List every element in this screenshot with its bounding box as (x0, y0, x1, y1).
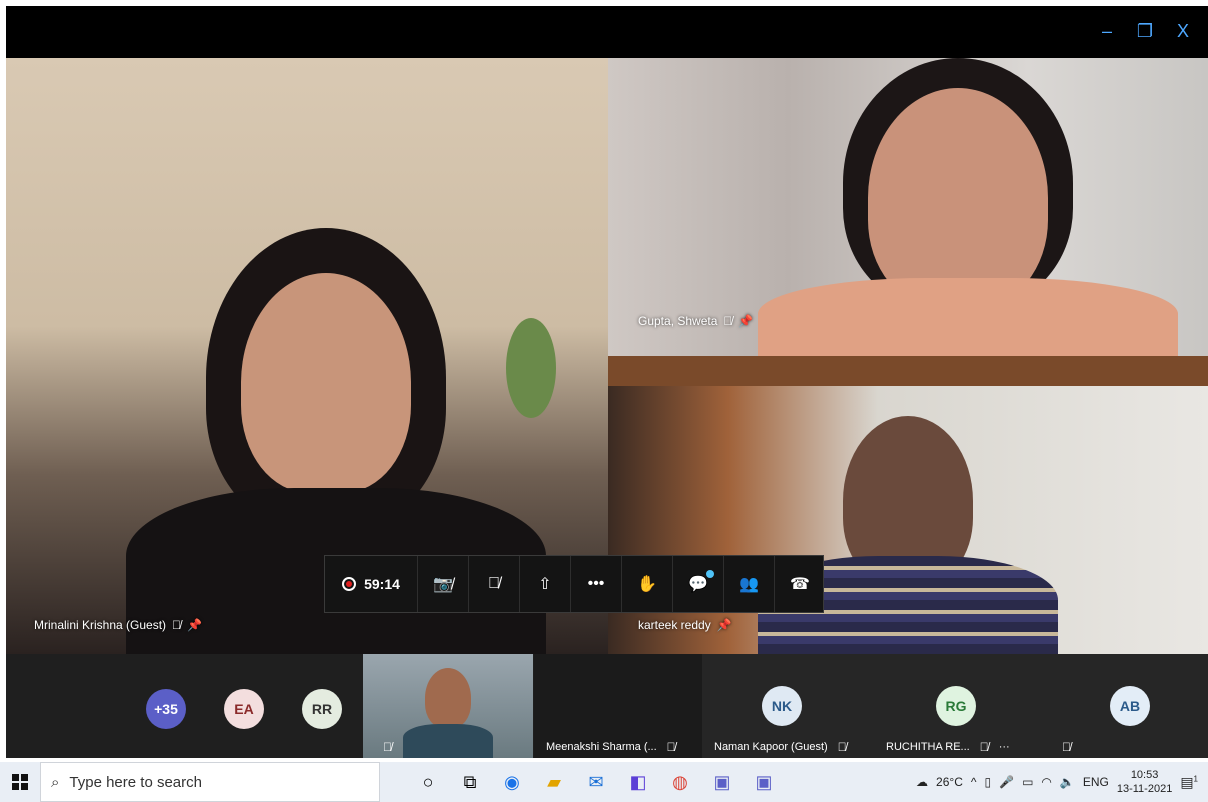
participant-name-label: karteek reddy 📌 (638, 618, 732, 632)
taskbar-search-box[interactable]: ⌕ Type here to search (40, 762, 380, 802)
participant-tile[interactable]: Meenakshi Sharma (... 🎙̸ (534, 654, 702, 758)
edge-icon[interactable]: ◉ (494, 764, 530, 800)
mic-off-icon: 🎙̸ (837, 740, 847, 754)
participants-button[interactable]: 👥 (723, 556, 774, 612)
meeting-control-bar: 59:14 📷̸ 🎙̸ ⇧ ••• ✋ 💬 👥 ☎ (324, 555, 824, 613)
meet-now-icon[interactable]: ▯ (985, 775, 992, 789)
mic-off-icon: 🎙̸ (723, 314, 733, 328)
mic-off-icon: 🎙̸ (666, 740, 676, 754)
microphone-icon[interactable]: 🎤 (999, 775, 1014, 789)
camera-off-icon: 📷̸ (433, 576, 453, 593)
share-screen-button[interactable]: ⇧ (519, 556, 570, 612)
people-icon: 👥 (739, 576, 759, 593)
clock[interactable]: 10:53 13-11-2021 (1117, 768, 1172, 796)
system-tray: ☁ 26°C ^ ▯ 🎤 ▭ ◠ 🔈 ENG 10:53 13-11-2021 … (916, 768, 1198, 796)
participant-video-face (425, 668, 471, 728)
more-options-button[interactable]: ··· (999, 741, 1010, 753)
participant-name-label: Naman Kapoor (Guest) 🎙̸ (714, 740, 847, 754)
participant-avatar-ea[interactable]: EA (224, 689, 264, 729)
more-icon: ••• (587, 575, 605, 592)
teams-icon[interactable]: ▣ (704, 764, 740, 800)
windows-taskbar: ⌕ Type here to search ○ ⧉ ◉ ▰ ✉ ◧ ◍ ▣ ▣ … (0, 762, 1208, 802)
leave-call-button[interactable]: ☎ (774, 556, 825, 612)
mail-icon[interactable]: ✉ (578, 764, 614, 800)
mic-off-icon: 🎙̸ (1062, 740, 1071, 754)
close-button[interactable]: X (1170, 18, 1196, 44)
raise-hand-button[interactable]: ✋ (621, 556, 672, 612)
teams-meeting-window: – ❐ X Mrinalini Krishna (Guest) 🎙̸ 📌 Gup… (6, 6, 1208, 758)
video-tile-top-right[interactable]: Gupta, Shweta 🎙̸ 📌 (608, 58, 1208, 356)
wifi-icon[interactable]: ◠ (1041, 775, 1051, 789)
participant-name-label: Mrinalini Krishna (Guest) 🎙̸ 📌 (34, 618, 202, 632)
mic-off-icon: 🎙̸ (979, 740, 989, 754)
camera-toggle-button[interactable]: 📷̸ (417, 556, 468, 612)
restore-button[interactable]: ❐ (1132, 18, 1158, 44)
chevron-up-icon[interactable]: ^ (971, 775, 977, 789)
more-actions-button[interactable]: ••• (570, 556, 621, 612)
chat-icon: 💬 (688, 570, 714, 593)
participant-avatar-rg: RG (936, 686, 976, 726)
participant-video-face (868, 88, 1048, 308)
chrome-icon[interactable]: ◍ (662, 764, 698, 800)
participant-avatar-rr[interactable]: RR (302, 689, 342, 729)
participant-video-body (758, 278, 1178, 356)
participant-name-label: Meenakshi Sharma (... 🎙̸ (546, 740, 676, 754)
mic-toggle-button[interactable]: 🎙̸ (468, 556, 519, 612)
participant-name-label: Gupta, Shweta 🎙̸ 📌 (638, 314, 754, 328)
hand-icon: ✋ (637, 576, 657, 593)
minimize-icon: – (1101, 20, 1112, 41)
minimize-button[interactable]: – (1094, 18, 1120, 44)
recording-icon (342, 577, 357, 591)
close-icon: X (1176, 20, 1189, 41)
more-participants-avatar[interactable]: +35 (146, 689, 186, 729)
participant-avatar-nk: NK (762, 686, 802, 726)
search-icon: ⌕ (51, 773, 60, 791)
participant-avatar-ab: AB (1110, 686, 1150, 726)
title-bar: – ❐ X (6, 6, 1208, 58)
hang-up-icon: ☎ (790, 576, 810, 593)
teams-active-icon[interactable]: ▣ (746, 764, 782, 800)
pin-icon[interactable]: 📌 (717, 618, 732, 632)
mic-off-icon: 🎙̸ (488, 575, 500, 592)
share-icon: ⇧ (538, 576, 552, 593)
plant-image (506, 318, 556, 418)
file-explorer-icon[interactable]: ▰ (536, 764, 572, 800)
participant-video-body (403, 724, 493, 758)
participant-video-face (241, 273, 411, 493)
start-button[interactable] (0, 762, 40, 802)
participant-name-label: RUCHITHA RE... 🎙̸ ··· (886, 740, 1010, 754)
participant-tile[interactable]: AB 🎙̸ (1042, 654, 1208, 758)
cortana-icon[interactable]: ○ (410, 764, 446, 800)
chat-button[interactable]: 💬 (672, 556, 723, 612)
pin-icon[interactable]: 📌 (187, 618, 202, 632)
mic-off-icon: 🎙̸ (383, 740, 392, 754)
notifications-icon[interactable]: ▤1 (1180, 774, 1198, 791)
recording-timer: 59:14 (325, 556, 417, 612)
restore-icon: ❐ (1136, 20, 1154, 41)
participant-tile[interactable]: NK Naman Kapoor (Guest) 🎙̸ (702, 654, 872, 758)
battery-icon[interactable]: ▭ (1022, 775, 1033, 789)
weather-icon[interactable]: ☁ (916, 775, 928, 789)
video-tile-small[interactable]: 🎙̸ (363, 654, 533, 758)
ceiling-image (608, 356, 1208, 386)
pin-icon[interactable]: 📌 (738, 314, 753, 328)
mic-off-icon: 🎙̸ (172, 618, 182, 632)
powerapps-icon[interactable]: ◧ (620, 764, 656, 800)
participant-strip: +35 EA RR 🎙̸ Meenakshi Sharma (... 🎙̸ NK… (6, 654, 1208, 758)
volume-icon[interactable]: 🔈 (1060, 775, 1075, 789)
task-view-icon[interactable]: ⧉ (452, 764, 488, 800)
participant-tile[interactable]: RG RUCHITHA RE... 🎙̸ ··· (872, 654, 1042, 758)
windows-logo-icon (12, 774, 28, 790)
